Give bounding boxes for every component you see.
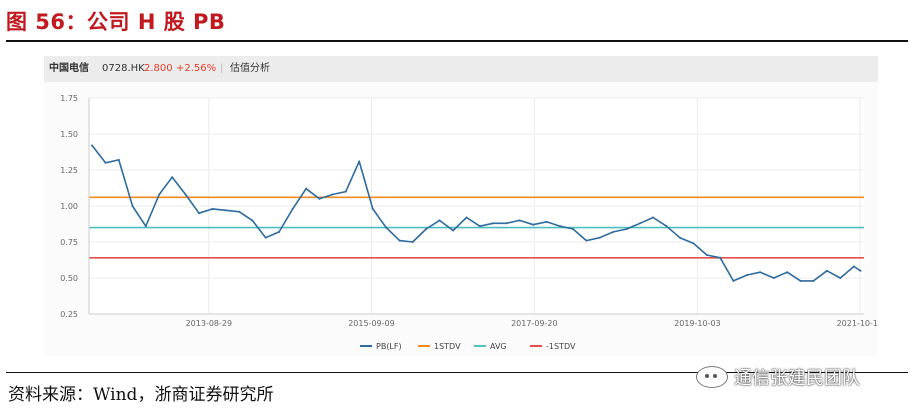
legend-label: -1STDV (546, 342, 576, 351)
pb-data-point (438, 219, 441, 222)
pb-data-point (411, 241, 414, 243)
x-tick-label: 2017-09-20 (511, 319, 558, 328)
pb-data-point (491, 222, 494, 225)
pb-data-point (505, 222, 508, 225)
pb-data-point (852, 265, 855, 268)
pb-data-point (278, 230, 281, 233)
wechat-icon (696, 366, 728, 388)
pb-data-point (425, 228, 428, 231)
pb-data-point (197, 212, 200, 215)
pb-data-point (171, 176, 174, 179)
pb-data-point (799, 279, 802, 282)
pb-data-point (131, 205, 134, 207)
pb-data-point (732, 279, 735, 282)
pb-data-point (344, 190, 347, 193)
pb-data-point (518, 219, 521, 222)
pb-data-point (786, 271, 789, 274)
pb-data-point (465, 216, 468, 219)
y-tick-label: 0.75 (60, 238, 78, 247)
pb-data-point (385, 226, 388, 229)
pb-data-point (665, 225, 668, 228)
pb-data-point (745, 274, 748, 277)
pb-data-point (772, 277, 775, 279)
pb-data-point (305, 187, 308, 190)
pb-data-point (358, 160, 361, 163)
pb-data-point (859, 269, 862, 272)
header-separator: | (220, 63, 224, 74)
pb-data-point (759, 271, 762, 274)
y-tick-label: 1.00 (60, 202, 78, 211)
pb-data-point (825, 269, 828, 272)
pb-data-point (184, 193, 187, 196)
pb-data-point (331, 193, 334, 196)
pb-data-point (532, 223, 535, 226)
pb-data-point (571, 228, 574, 231)
tab-valuation[interactable]: 估值分析 (230, 56, 270, 82)
legend-label: 1STDV (434, 342, 461, 351)
stock-price: 2.800 (144, 63, 173, 74)
legend-label: AVG (490, 342, 507, 351)
pb-data-point (812, 279, 815, 282)
title-rule (6, 40, 908, 42)
x-tick-label: 2015-09-09 (348, 319, 395, 328)
stock-name: 中国电信 (49, 63, 89, 74)
pb-data-point (158, 193, 161, 196)
y-tick-label: 1.50 (60, 130, 78, 139)
pb-data-point (652, 216, 655, 219)
watermark: 通信张建民团队 (696, 364, 860, 390)
pb-data-point (318, 197, 321, 200)
pb-data-point (224, 209, 227, 212)
pb-data-point (371, 207, 374, 210)
y-tick-label: 0.50 (60, 274, 78, 283)
pb-data-point (104, 161, 107, 164)
pb-data-point (478, 225, 481, 228)
legend-label: PB(LF) (376, 342, 402, 351)
y-tick-label: 0.25 (60, 310, 78, 319)
x-tick-label: 2021-10-12 (837, 319, 878, 328)
pb-data-point (705, 253, 708, 256)
figure-title: 图 56：公司 H 股 PB (6, 10, 226, 34)
pb-data-point (612, 230, 615, 233)
pb-data-point (291, 207, 294, 210)
pb-data-point (598, 236, 601, 239)
source-note: 资料来源：Wind，浙商证券研究所 (8, 385, 274, 405)
pb-data-point (452, 229, 455, 232)
pb-data-point (117, 158, 120, 161)
pb-data-point (839, 277, 842, 279)
pb-data-point (211, 207, 214, 210)
chart-header: 中国电信 0728.HK 2.800 +2.56% | 估值分析 (44, 56, 878, 82)
y-tick-label: 1.25 (60, 166, 78, 175)
x-tick-label: 2019-10-03 (674, 319, 721, 328)
pb-data-point (545, 220, 548, 223)
pb-data-point (251, 219, 254, 222)
stock-change: +2.56% (176, 63, 217, 74)
pb-chart: 1.75 1.50 1.25 1.00 0.75 0.50 0.25 2013-08-29 20… (60, 94, 878, 351)
pb-data-point (398, 239, 401, 242)
stock-code: 0728.HK (102, 63, 145, 74)
pb-data-point (639, 222, 642, 225)
pb-data-point (678, 236, 681, 239)
pb-data-point (692, 242, 695, 245)
watermark-text: 通信张建民团队 (734, 368, 860, 389)
pb-data-point (91, 144, 94, 147)
x-tick-label: 2013-08-29 (186, 319, 233, 328)
pb-data-point (625, 228, 628, 231)
pb-data-point (719, 256, 722, 259)
pb-data-point (238, 210, 241, 213)
y-tick-label: 1.75 (60, 94, 78, 103)
pb-data-point (585, 239, 588, 242)
pb-data-point (264, 236, 267, 239)
pb-data-point (144, 225, 147, 228)
pb-data-point (559, 225, 562, 228)
